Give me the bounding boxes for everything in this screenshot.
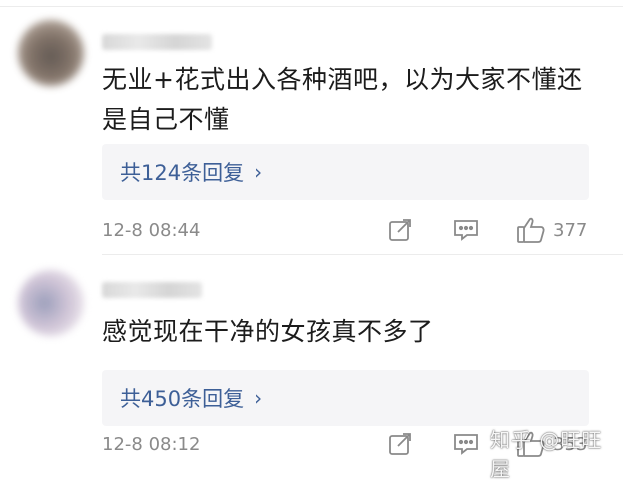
username-blurred[interactable] bbox=[102, 282, 202, 298]
reply-count-label: 共124条回复 bbox=[120, 161, 245, 185]
comment-text: 无业+花式出入各种酒吧，以为大家不懂还是自己不懂 bbox=[102, 65, 583, 134]
comment-text: 感觉现在干净的女孩真不多了 bbox=[102, 317, 434, 346]
comment-item: 无业+花式出入各种酒吧，以为大家不懂还是自己不懂 共124条回复 › 12-8 … bbox=[0, 16, 623, 256]
top-divider bbox=[0, 0, 623, 7]
chevron-right-icon: › bbox=[254, 386, 263, 410]
like-count: 377 bbox=[553, 219, 588, 241]
view-replies-button[interactable]: 共124条回复 › bbox=[102, 144, 589, 200]
username-blurred[interactable] bbox=[102, 34, 212, 50]
thumbs-up-icon[interactable] bbox=[516, 216, 546, 244]
avatar[interactable] bbox=[18, 270, 84, 336]
comment-divider bbox=[102, 254, 623, 255]
share-icon[interactable] bbox=[387, 217, 413, 243]
avatar[interactable] bbox=[18, 20, 84, 86]
comment-icon[interactable] bbox=[452, 431, 480, 457]
share-icon[interactable] bbox=[387, 431, 413, 457]
comment-meta: 12-8 08:44 377 bbox=[102, 214, 592, 246]
comment-icon[interactable] bbox=[452, 217, 480, 243]
chevron-right-icon: › bbox=[254, 160, 263, 184]
watermark: 知乎 @旺旺屋 bbox=[490, 428, 603, 481]
reply-count-label: 共450条回复 bbox=[120, 387, 245, 411]
view-replies-button[interactable]: 共450条回复 › bbox=[102, 370, 589, 426]
